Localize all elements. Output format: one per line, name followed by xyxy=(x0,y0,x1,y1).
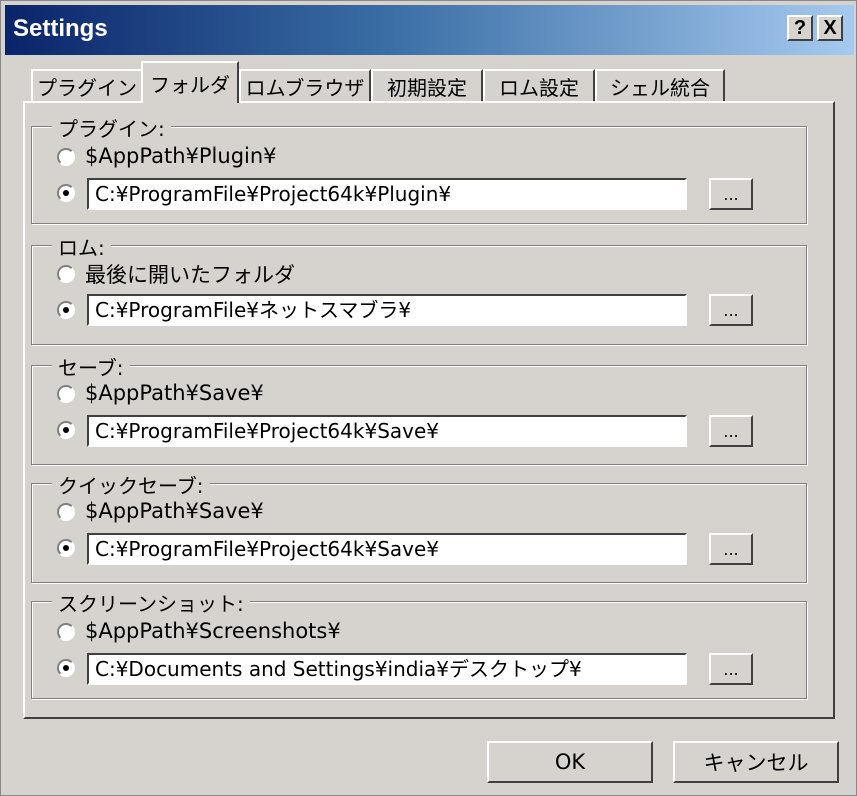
screenshot-browse-button[interactable]: ... xyxy=(709,653,753,685)
save-path-input[interactable]: C:¥ProgramFile¥Project64k¥Save¥ xyxy=(87,415,687,447)
ok-button[interactable]: OK xyxy=(487,741,653,783)
quicksave-custom-radio[interactable] xyxy=(57,539,75,557)
screenshot-path-input[interactable]: C:¥Documents and Settings¥india¥デスクトップ¥ xyxy=(87,653,687,685)
rom-default-label: 最後に開いたフォルダ xyxy=(85,263,295,287)
cancel-button[interactable]: キャンセル xyxy=(673,741,839,783)
rom-default-radio[interactable] xyxy=(57,265,75,283)
save-default-radio[interactable] xyxy=(57,385,75,403)
plugin-default-label: $AppPath¥Plugin¥ xyxy=(85,144,277,168)
screenshot-custom-radio[interactable] xyxy=(57,659,75,677)
tab-rom-browser[interactable]: ロムブラウザ xyxy=(239,69,371,101)
quicksave-default-label: $AppPath¥Save¥ xyxy=(85,499,264,523)
quicksave-browse-button[interactable]: ... xyxy=(709,533,753,565)
screenshot-default-label: $AppPath¥Screenshots¥ xyxy=(85,619,341,643)
quicksave-path-input[interactable]: C:¥ProgramFile¥Project64k¥Save¥ xyxy=(87,533,687,565)
tab-plugin[interactable]: プラグイン xyxy=(31,69,143,101)
rom-browse-button[interactable]: ... xyxy=(709,294,753,326)
plugin-browse-button[interactable]: ... xyxy=(709,178,753,210)
save-browse-button[interactable]: ... xyxy=(709,415,753,447)
help-button[interactable]: ? xyxy=(787,15,813,41)
save-default-label: $AppPath¥Save¥ xyxy=(85,381,264,405)
quicksave-default-radio[interactable] xyxy=(57,503,75,521)
plugin-group-legend: プラグイン: xyxy=(52,113,171,142)
tab-shell-integration[interactable]: シェル統合 xyxy=(595,69,725,101)
rom-custom-radio[interactable] xyxy=(57,301,75,319)
title-bar: Settings ? X xyxy=(5,5,854,55)
tab-initial-settings[interactable]: 初期設定 xyxy=(371,69,483,101)
save-group-legend: セーブ: xyxy=(52,352,130,381)
screenshot-default-radio[interactable] xyxy=(57,623,75,641)
close-button[interactable]: X xyxy=(817,15,843,41)
save-custom-radio[interactable] xyxy=(57,421,75,439)
rom-path-input[interactable]: C:¥ProgramFile¥ネットスマブラ¥ xyxy=(87,294,687,326)
settings-dialog: Settings ? X プラグイン フォルダ ロムブラウザ 初期設定 ロム設定… xyxy=(0,0,857,796)
plugin-default-radio[interactable] xyxy=(57,148,75,166)
rom-group-legend: ロム: xyxy=(52,232,111,261)
plugin-path-input[interactable]: C:¥ProgramFile¥Project64k¥Plugin¥ xyxy=(87,178,687,210)
screenshot-group-legend: スクリーンショット: xyxy=(52,588,250,617)
window-title: Settings xyxy=(13,15,108,42)
tab-rom-settings[interactable]: ロム設定 xyxy=(483,69,595,101)
plugin-custom-radio[interactable] xyxy=(57,184,75,202)
quicksave-group-legend: クイックセーブ: xyxy=(52,470,210,499)
tab-folder[interactable]: フォルダ xyxy=(141,61,239,103)
